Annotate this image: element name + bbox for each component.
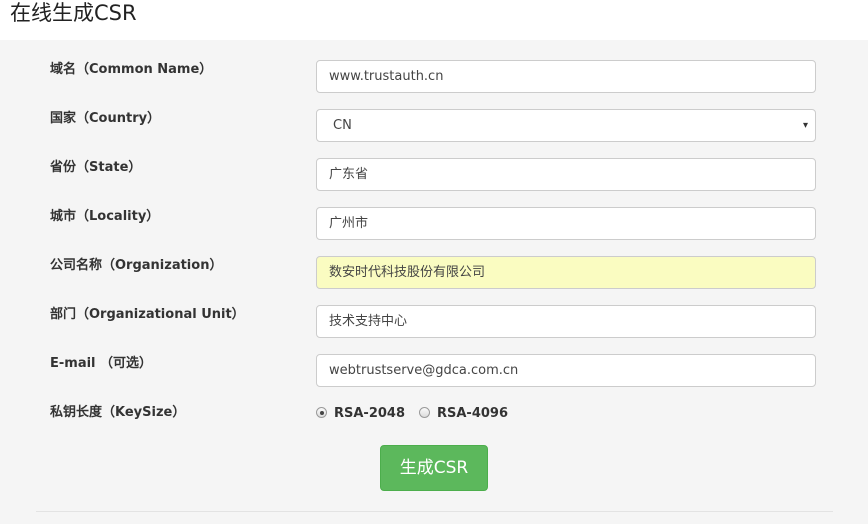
state-value: 广东省 (329, 167, 369, 182)
page-title: 在线生成CSR (10, 1, 137, 25)
generate-csr-button[interactable]: 生成CSR (380, 445, 488, 491)
common-name-label: 域名（Common Name） (50, 62, 213, 77)
org-unit-input[interactable]: 技术支持中心 (316, 305, 816, 338)
org-unit-label: 部门（Organizational Unit） (50, 307, 245, 322)
email-value: webtrustserve@gdca.com.cn (329, 363, 519, 378)
locality-input[interactable]: 广州市 (316, 207, 816, 240)
email-label: E-mail （可选） (50, 356, 153, 371)
page-header: 在线生成CSR (0, 0, 868, 40)
common-name-value: www.trustauth.cn (329, 69, 444, 84)
organization-input[interactable]: 数安时代科技股份有限公司 (316, 256, 816, 289)
radio-rsa-2048-label: RSA-2048 (334, 406, 406, 421)
organization-value: 数安时代科技股份有限公司 (329, 265, 486, 280)
divider (36, 511, 833, 512)
radio-unchecked-icon[interactable] (419, 407, 430, 418)
country-label: 国家（Country） (50, 111, 161, 126)
country-select[interactable]: CN ▾ (316, 109, 816, 142)
locality-label: 城市（Locality） (50, 209, 160, 224)
key-size-label: 私钥长度（KeySize） (50, 405, 186, 420)
state-input[interactable]: 广东省 (316, 158, 816, 191)
radio-rsa-4096-label: RSA-4096 (437, 406, 509, 421)
radio-checked-icon[interactable] (316, 407, 327, 418)
common-name-input[interactable]: www.trustauth.cn (316, 60, 816, 93)
organization-label: 公司名称（Organization） (50, 258, 223, 273)
state-label: 省份（State） (50, 160, 142, 175)
country-value: CN (333, 118, 352, 133)
locality-value: 广州市 (329, 216, 369, 231)
org-unit-value: 技术支持中心 (329, 314, 408, 329)
email-input[interactable]: webtrustserve@gdca.com.cn (316, 354, 816, 387)
chevron-down-icon: ▾ (802, 120, 808, 131)
